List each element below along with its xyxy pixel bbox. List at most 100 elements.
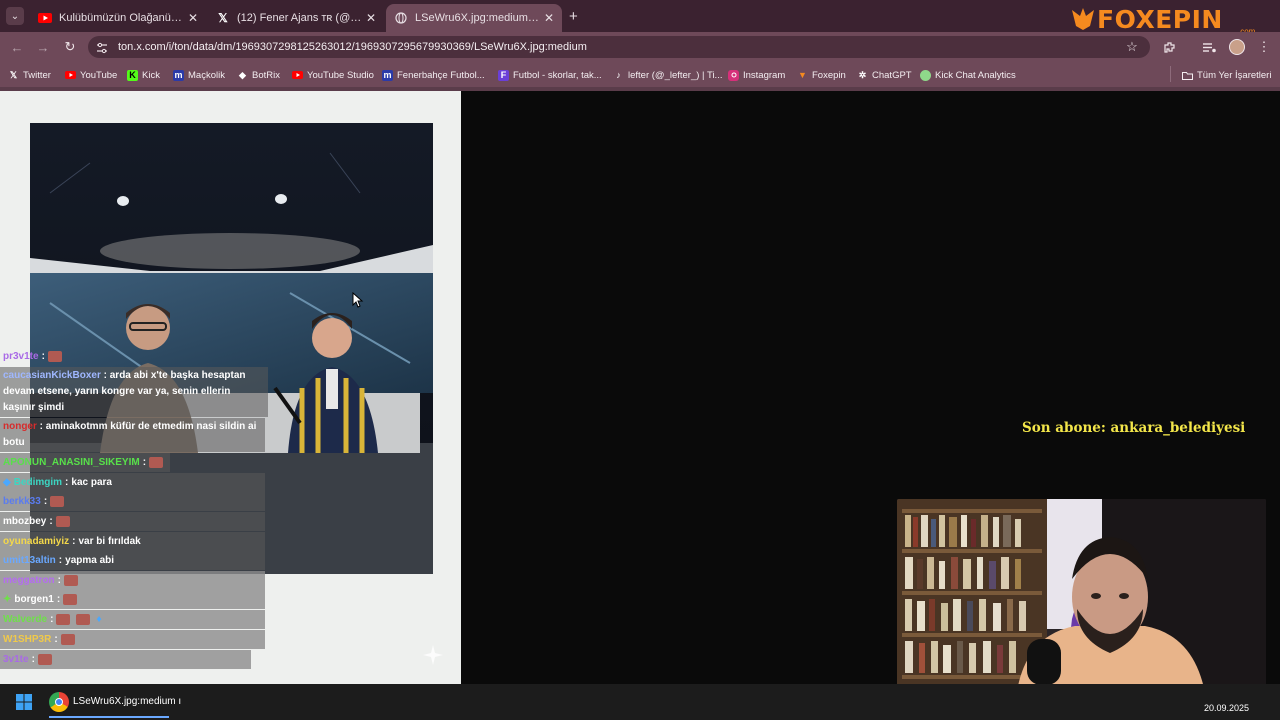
emote-icon <box>55 516 70 527</box>
profile-avatar[interactable] <box>1229 39 1245 55</box>
chat-text: yapma abi <box>65 555 115 566</box>
back-button[interactable]: ← <box>8 38 26 56</box>
bookmark-label: Fenerbahçe Futbol... <box>397 69 485 81</box>
tab-title: Kulübümüzün Olağanüstü Seçi <box>59 12 184 24</box>
bookmark-kick[interactable]: K Kick <box>127 67 160 83</box>
bookmark-label: Futbol - skorlar, tak... <box>513 69 602 81</box>
chat-message: oyunadamiyiz: var bi fırıldak <box>0 532 265 551</box>
bookmark-label: YouTube Studio <box>307 69 374 81</box>
chat-username: meggatron <box>3 575 55 586</box>
media-control-icon[interactable] <box>1200 38 1218 56</box>
star-icon[interactable]: ☆ <box>1123 38 1141 56</box>
chat-message: Walverde: ♦ <box>0 610 265 629</box>
emote-icon <box>37 654 52 665</box>
tab-search-button[interactable]: ⌄ <box>6 7 24 25</box>
tiktok-icon: ♪ <box>616 70 621 80</box>
emote-icon <box>47 351 62 362</box>
foxepin-icon: ▼ <box>798 70 807 80</box>
bookmark-label: Kick Chat Analytics <box>935 69 1016 81</box>
bookmark-fenerbahce[interactable]: m Fenerbahçe Futbol... <box>382 67 485 83</box>
bookmark-instagram[interactable]: Instagram <box>728 67 785 83</box>
bookmark-foxepin[interactable]: ▼ Foxepin <box>797 67 846 83</box>
menu-icon[interactable]: ⋮ <box>1255 38 1273 56</box>
close-icon[interactable]: ✕ <box>544 11 554 25</box>
bookmark-chatgpt[interactable]: ✲ ChatGPT <box>857 67 912 83</box>
forward-button[interactable]: → <box>34 38 52 56</box>
bookmark-divider <box>1170 66 1171 82</box>
chat-username: berkk33 <box>3 496 41 507</box>
bookmark-kick-analytics[interactable]: Kick Chat Analytics <box>920 67 1016 83</box>
close-icon[interactable]: ✕ <box>188 11 198 25</box>
bookmark-youtube[interactable]: YouTube <box>65 67 117 83</box>
chat-text: kac para <box>71 477 112 488</box>
tab-0[interactable]: Kulübümüzün Olağanüstü Seçi ✕ <box>30 4 206 32</box>
bookmark-mackolik[interactable]: m Maçkolik <box>173 67 225 83</box>
chat-message: caucasianKickBoxer : arda abi x'te başka… <box>0 367 268 417</box>
x-icon: 𝕏 <box>218 11 228 25</box>
chat-message: mbozbey: <box>0 512 265 531</box>
chatgpt-icon: ✲ <box>858 69 867 80</box>
chat-message: meggatron: <box>0 571 265 590</box>
reload-button[interactable]: ↻ <box>61 38 79 56</box>
bookmark-label: Foxepin <box>812 69 846 81</box>
chrome-icon[interactable] <box>49 692 69 712</box>
tab-2[interactable]: LSeWru6X.jpg:medium (796×1( ✕ <box>386 4 562 32</box>
taskbar-date: 20.09.2025 <box>1204 703 1250 713</box>
diamond-badge-icon: ◆ <box>3 477 11 488</box>
botrix-icon: ◆ <box>239 69 246 80</box>
emote-icon <box>149 457 164 468</box>
chat-username: Walverde <box>3 614 48 625</box>
mackolik-icon: m <box>382 69 393 81</box>
bookmark-botrix[interactable]: ◆ BotRix <box>237 67 280 83</box>
all-bookmarks-folder[interactable]: Tüm Yer İşaretleri <box>1182 67 1271 83</box>
bookmark-label: Maçkolik <box>188 69 225 81</box>
chat-username: oyunadamiyiz <box>3 536 70 547</box>
chat-username: borgen1 <box>14 594 54 605</box>
taskbar-window-label[interactable]: LSeWru6X.jpg:medium ı <box>73 696 181 707</box>
tab-title: (12) Fener Ajans ᴛʀ (@ajansfen <box>237 12 362 24</box>
chat-username: APONUN_ANASINI_SIKEYIM <box>3 457 140 468</box>
fox-icon <box>1072 8 1094 30</box>
kick-icon: K <box>127 69 138 81</box>
x-icon: 𝕏 <box>9 69 18 80</box>
new-tab-button[interactable]: + <box>569 8 578 25</box>
windows-start-icon[interactable] <box>16 694 32 710</box>
folder-icon <box>1182 70 1193 81</box>
chat-message: umit13altin: yapma abi <box>0 551 265 570</box>
site-settings-icon[interactable] <box>96 41 108 54</box>
chat-message: W1SHP3R: <box>0 630 265 649</box>
chat-message: berkk33: <box>0 492 265 511</box>
bookmark-youtube-studio[interactable]: YouTube Studio <box>292 67 374 83</box>
last-subscriber-text: Son abone: ankara_belediyesi <box>1022 420 1246 436</box>
emote-icon <box>60 634 75 645</box>
bookmark-label: YouTube <box>80 69 118 81</box>
close-icon[interactable]: ✕ <box>366 11 376 25</box>
all-bookmarks-label: Tüm Yer İşaretleri <box>1197 69 1272 81</box>
chat-text: aminakotmm küfür de etmedim nasi sildin … <box>3 421 257 448</box>
chat-message: ◆ Bedimgim: kac para <box>0 473 265 492</box>
analytics-icon <box>920 69 931 81</box>
tab-1[interactable]: 𝕏 (12) Fener Ajans ᴛʀ (@ajansfen ✕ <box>208 4 384 32</box>
bookmark-label: lefter (@_lefter_) | Ti... <box>628 69 723 81</box>
tab-title: LSeWru6X.jpg:medium (796×1( <box>415 12 540 24</box>
chat-username: 3v1te <box>3 654 29 665</box>
chat-text: var bi fırıldak <box>78 536 141 547</box>
emote-icon <box>64 575 79 586</box>
youtube-icon <box>65 70 76 81</box>
chat-username: nonger <box>3 421 37 432</box>
chat-message: 3v1te: <box>0 650 251 669</box>
chat-username: W1SHP3R <box>3 634 52 645</box>
chat-message: pr3v1te: <box>0 347 70 366</box>
extensions-icon[interactable] <box>1160 38 1178 56</box>
bookmark-flashscore[interactable]: F Futbol - skorlar, tak... <box>498 67 602 83</box>
bookmark-tiktok[interactable]: ♪ lefter (@_lefter_) | Ti... <box>613 67 722 83</box>
active-window-indicator <box>49 716 169 718</box>
chat-message: ✦ borgen1: <box>0 590 265 609</box>
chat-message: APONUN_ANASINI_SIKEYIM: <box>0 453 170 472</box>
chat-username: umit13altin <box>3 555 56 566</box>
chat-username: caucasianKickBoxer <box>3 370 101 381</box>
logo-text: FOXEPIN <box>1097 4 1223 34</box>
bookmark-twitter[interactable]: 𝕏 Twitter <box>8 67 51 83</box>
url-text[interactable]: ton.x.com/i/ton/data/dm/1969307298125263… <box>118 41 587 53</box>
flame-emote-icon: ♦ <box>96 614 102 625</box>
